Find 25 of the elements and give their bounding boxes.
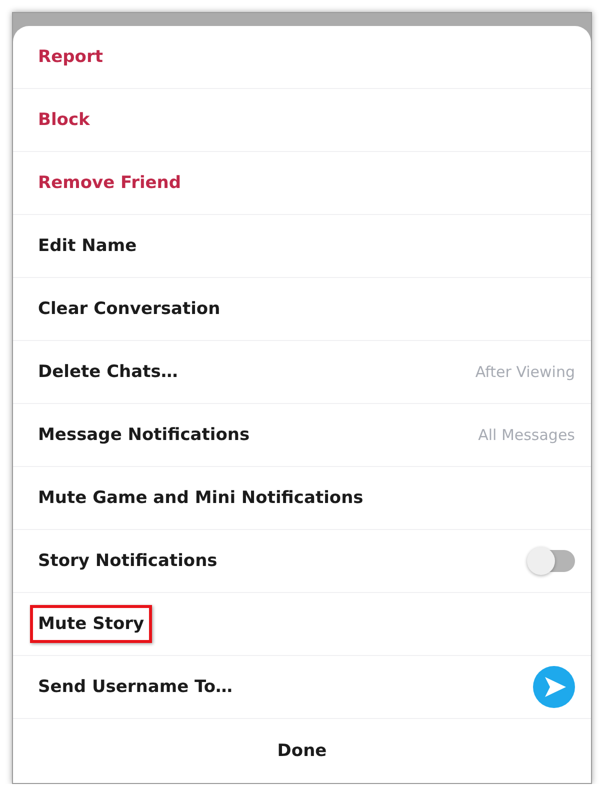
item-label: Clear Conversation: [37, 298, 222, 321]
highlighted-label: Mute Story: [30, 605, 152, 643]
menu-item[interactable]: Edit Name: [13, 215, 591, 278]
item-label: Send Username To…: [37, 676, 234, 699]
item-label: Edit Name: [37, 235, 138, 258]
menu-item[interactable]: Delete Chats… After Viewing: [13, 341, 591, 404]
menu-item[interactable]: Mute Story: [13, 593, 591, 656]
menu-item[interactable]: Mute Game and Mini Notifications: [13, 467, 591, 530]
item-label: Mute Game and Mini Notifications: [37, 487, 364, 510]
toggle-switch[interactable]: [529, 550, 575, 572]
menu-item[interactable]: Block: [13, 89, 591, 152]
send-icon[interactable]: [533, 666, 575, 708]
menu-item[interactable]: Message Notifications All Messages: [13, 404, 591, 467]
setting-value: After Viewing: [475, 363, 575, 381]
setting-value: All Messages: [478, 426, 575, 444]
item-label: Delete Chats…: [37, 361, 179, 384]
item-label: Message Notifications: [37, 424, 251, 447]
menu-item[interactable]: Remove Friend: [13, 152, 591, 215]
item-label: Remove Friend: [37, 172, 182, 195]
item-label: Report: [37, 46, 104, 69]
menu-item[interactable]: Report: [13, 26, 591, 89]
item-label: Story Notifications: [37, 550, 218, 573]
menu-item[interactable]: Story Notifications: [13, 530, 591, 593]
item-label: Block: [37, 109, 91, 132]
menu-item[interactable]: Clear Conversation: [13, 278, 591, 341]
